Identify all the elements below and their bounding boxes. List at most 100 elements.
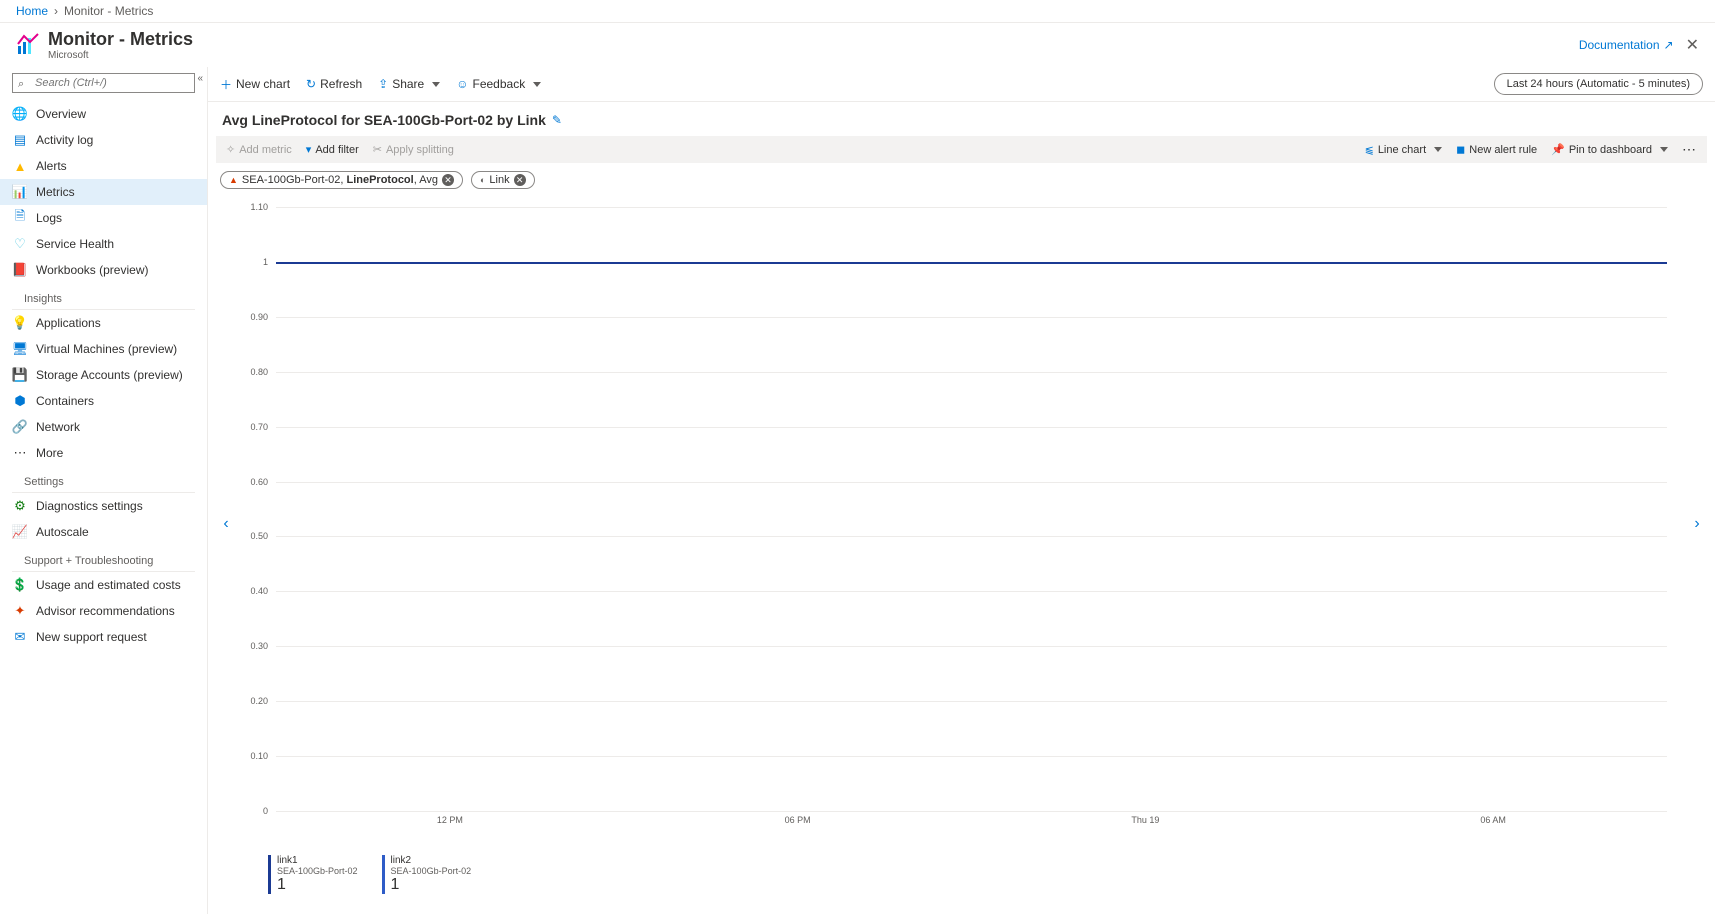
chart-legend: link1SEA-100Gb-Port-021link2SEA-100Gb-Po…	[208, 851, 1715, 914]
feedback-icon: ☺	[456, 77, 468, 91]
legend-resource: SEA-100Gb-Port-02	[277, 866, 358, 876]
refresh-icon: ↻	[306, 77, 316, 91]
external-link-icon: ↗	[1664, 38, 1674, 52]
logs-icon: 🗎	[12, 210, 28, 226]
split-icon: ✂	[373, 143, 382, 156]
apply-splitting-button[interactable]: ✂Apply splitting	[373, 143, 454, 156]
sidebar-item-advisor[interactable]: ✦Advisor recommendations	[0, 598, 207, 624]
alert-rule-icon: ◼	[1456, 143, 1465, 156]
grid-line	[276, 317, 1667, 318]
main-toolbar: ＋New chart ↻Refresh ⇪Share ☺Feedback Las…	[208, 67, 1715, 102]
search-icon: ⌕	[18, 78, 24, 91]
split-chip[interactable]: ◐ Link ✕	[471, 171, 535, 189]
legend-item[interactable]: link1SEA-100Gb-Port-021	[268, 855, 358, 894]
sidebar-item-overview[interactable]: 🌐Overview	[0, 101, 207, 127]
documentation-link[interactable]: Documentation ↗	[1579, 38, 1674, 52]
line-chart-icon: ⫹	[1365, 143, 1374, 156]
add-metric-icon: ✧	[226, 143, 235, 156]
y-tick-label: 0.70	[250, 422, 268, 432]
chart-toolbar: ✧Add metric ▾Add filter ✂Apply splitting…	[216, 136, 1707, 163]
grid-line	[276, 646, 1667, 647]
workbook-icon: 📕	[12, 262, 28, 278]
sidebar-item-vms[interactable]: 🖥Virtual Machines (preview)	[0, 336, 207, 362]
chart-more-button[interactable]: ⋯	[1682, 141, 1697, 158]
edit-title-icon[interactable]: ✎	[552, 113, 562, 127]
chart-type-selector[interactable]: ⫹Line chart	[1365, 143, 1443, 156]
feedback-button[interactable]: ☺Feedback	[456, 77, 541, 91]
storage-icon: 💾	[12, 367, 28, 383]
sidebar-item-autoscale[interactable]: 📈Autoscale	[0, 519, 207, 545]
sidebar-item-support-request[interactable]: ✉New support request	[0, 624, 207, 650]
share-button[interactable]: ⇪Share	[378, 77, 440, 91]
legend-value: 1	[391, 876, 472, 894]
grid-line	[276, 591, 1667, 592]
breadcrumb-home[interactable]: Home	[16, 4, 48, 18]
sidebar-item-more[interactable]: ⋯More	[0, 440, 207, 466]
sidebar-item-logs[interactable]: 🗎Logs	[0, 205, 207, 231]
warning-icon: ▲	[229, 175, 238, 185]
breadcrumb-current: Monitor - Metrics	[64, 4, 153, 18]
y-tick-label: 0.30	[250, 641, 268, 651]
chart-grid	[276, 207, 1667, 811]
more-icon: ⋯	[12, 445, 28, 461]
sidebar: « ⌕ 🌐Overview ▤Activity log ▲Alerts 📊Met…	[0, 67, 208, 914]
x-tick-label: Thu 19	[1131, 815, 1159, 825]
grid-line	[276, 427, 1667, 428]
new-chart-button[interactable]: ＋New chart	[220, 76, 290, 93]
breadcrumb: Home › Monitor - Metrics	[0, 0, 1715, 23]
sidebar-section-settings: Settings	[12, 466, 195, 493]
page-title: Monitor - Metrics	[48, 29, 193, 50]
chart-next-button[interactable]: ›	[1687, 197, 1707, 851]
add-metric-button[interactable]: ✧Add metric	[226, 143, 292, 156]
x-tick-label: 06 PM	[785, 815, 811, 825]
pin-dashboard-button[interactable]: 📌Pin to dashboard	[1551, 143, 1668, 156]
split-chip-label: Link	[489, 174, 509, 186]
share-icon: ⇪	[378, 77, 388, 91]
chart-canvas[interactable]: 1.1010.900.800.700.600.500.400.300.200.1…	[236, 197, 1687, 851]
chip-close-icon[interactable]: ✕	[442, 174, 454, 186]
legend-item[interactable]: link2SEA-100Gb-Port-021	[382, 855, 472, 894]
refresh-button[interactable]: ↻Refresh	[306, 77, 362, 91]
sidebar-item-network[interactable]: 🔗Network	[0, 414, 207, 440]
y-tick-label: 0.90	[250, 312, 268, 322]
sidebar-item-containers[interactable]: ⬢Containers	[0, 388, 207, 414]
close-icon[interactable]: ✕	[1686, 35, 1699, 55]
sidebar-item-diagnostics[interactable]: ⚙Diagnostics settings	[0, 493, 207, 519]
sidebar-item-applications[interactable]: 💡Applications	[0, 310, 207, 336]
grid-line	[276, 701, 1667, 702]
grid-line	[276, 482, 1667, 483]
pin-icon: 📌	[1551, 143, 1565, 156]
new-alert-button[interactable]: ◼New alert rule	[1456, 143, 1537, 156]
autoscale-icon: 📈	[12, 524, 28, 540]
sidebar-item-storage[interactable]: 💾Storage Accounts (preview)	[0, 362, 207, 388]
chart-prev-button[interactable]: ‹	[216, 197, 236, 851]
heart-icon: ♡	[12, 236, 28, 252]
monitor-icon	[16, 32, 40, 59]
y-tick-label: 1	[263, 257, 268, 267]
sidebar-item-workbooks[interactable]: 📕Workbooks (preview)	[0, 257, 207, 283]
log-icon: ▤	[12, 132, 28, 148]
legend-series-name: link2	[391, 855, 472, 866]
sidebar-item-metrics[interactable]: 📊Metrics	[0, 179, 207, 205]
y-axis-labels: 1.1010.900.800.700.600.500.400.300.200.1…	[236, 207, 272, 811]
sidebar-item-usage[interactable]: 💲Usage and estimated costs	[0, 572, 207, 598]
usage-icon: 💲	[12, 577, 28, 593]
network-icon: 🔗	[12, 419, 28, 435]
y-tick-label: 1.10	[250, 202, 268, 212]
grid-line	[276, 372, 1667, 373]
container-icon: ⬢	[12, 393, 28, 409]
metric-chip-label: SEA-100Gb-Port-02, LineProtocol, Avg	[242, 174, 438, 186]
sidebar-item-alerts[interactable]: ▲Alerts	[0, 153, 207, 179]
legend-value: 1	[277, 876, 358, 894]
search-input[interactable]	[12, 73, 195, 93]
metric-chip[interactable]: ▲ SEA-100Gb-Port-02, LineProtocol, Avg ✕	[220, 171, 463, 189]
time-range-selector[interactable]: Last 24 hours (Automatic - 5 minutes)	[1494, 73, 1703, 95]
add-filter-button[interactable]: ▾Add filter	[306, 143, 359, 156]
sidebar-item-activity-log[interactable]: ▤Activity log	[0, 127, 207, 153]
globe-icon: 🌐	[12, 106, 28, 122]
grid-line	[276, 207, 1667, 208]
chip-close-icon[interactable]: ✕	[514, 174, 526, 186]
sidebar-item-service-health[interactable]: ♡Service Health	[0, 231, 207, 257]
diagnostics-icon: ⚙	[12, 498, 28, 514]
page-header: Monitor - Metrics Microsoft Documentatio…	[0, 23, 1715, 67]
